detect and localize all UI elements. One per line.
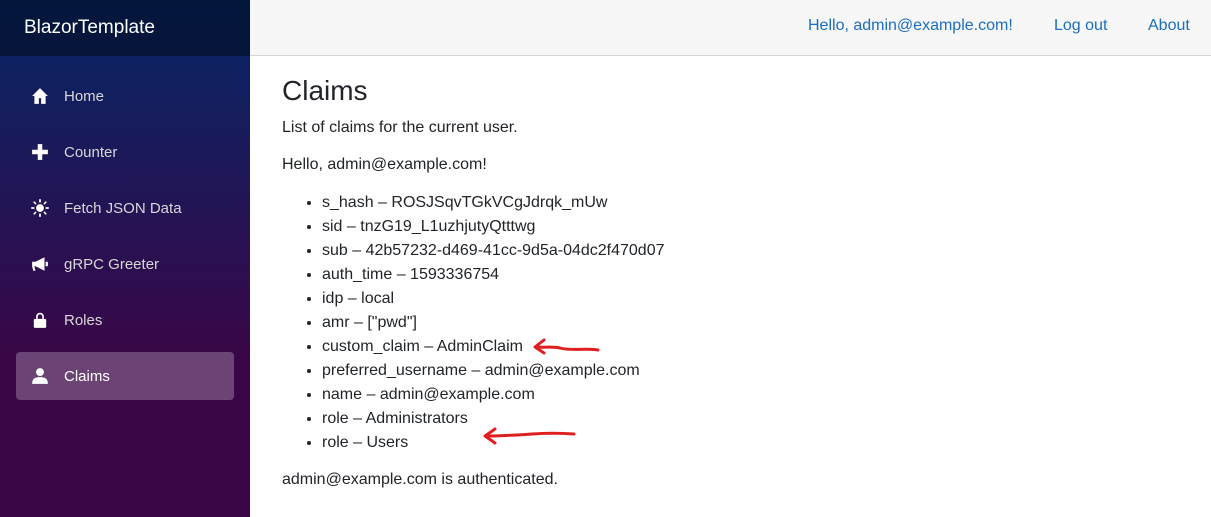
- nav-item-roles[interactable]: Roles: [16, 296, 234, 344]
- claim-item: name – admin@example.com: [322, 383, 1182, 407]
- claim-item: custom_claim – AdminClaim: [322, 335, 1182, 359]
- page-description: List of claims for the current user.: [282, 119, 518, 136]
- person-icon: [30, 366, 50, 386]
- about-link[interactable]: About: [1148, 17, 1190, 35]
- nav-item-label: gRPC Greeter: [64, 255, 160, 273]
- page-title: Claims: [282, 75, 368, 106]
- nav-item-grpc-greeter[interactable]: gRPC Greeter: [16, 240, 234, 288]
- claim-item: role – Administrators: [322, 407, 1182, 431]
- sun-icon: [30, 198, 50, 218]
- nav-item-label: Fetch JSON Data: [64, 199, 182, 217]
- claim-item: role – Users: [322, 431, 1182, 455]
- claims-list: s_hash – ROSJSqvTGkVCgJdrqk_mUw sid – tn…: [282, 191, 1182, 455]
- authenticated-status: admin@example.com is authenticated.: [282, 471, 558, 488]
- claim-item: auth_time – 1593336754: [322, 263, 1182, 287]
- sidebar: BlazorTemplate Home Counter Fetch JSON D…: [0, 0, 250, 517]
- nav-item-label: Roles: [64, 311, 103, 329]
- brand-title[interactable]: BlazorTemplate: [0, 0, 250, 56]
- claim-item: preferred_username – admin@example.com: [322, 359, 1182, 383]
- annotation-arrow-icon: [533, 338, 600, 355]
- nav-item-fetch-json-data[interactable]: Fetch JSON Data: [16, 184, 234, 232]
- claim-item: sub – 42b57232-d469-41cc-9d5a-04dc2f470d…: [322, 239, 1182, 263]
- nav-item-label: Home: [64, 87, 105, 105]
- bullhorn-icon: [30, 254, 50, 274]
- top-row: Hello, admin@example.com! Log out About: [250, 0, 1211, 56]
- nav-item-claims[interactable]: Claims: [16, 352, 234, 400]
- nav-item-counter[interactable]: Counter: [16, 128, 234, 176]
- nav-item-label: Counter: [64, 143, 118, 161]
- claim-item: amr – ["pwd"]: [322, 311, 1182, 335]
- lock-icon: [30, 310, 50, 330]
- user-greeting-link[interactable]: Hello, admin@example.com!: [808, 17, 1013, 35]
- nav-item-label: Claims: [64, 367, 110, 385]
- logout-link[interactable]: Log out: [1054, 17, 1107, 35]
- main-content: Claims List of claims for the current us…: [282, 56, 1182, 489]
- plus-icon: [30, 142, 50, 162]
- home-icon: [30, 86, 50, 106]
- hello-message: Hello, admin@example.com!: [282, 156, 487, 173]
- annotation-arrow-icon: [483, 427, 576, 445]
- claim-item: sid – tnzG19_L1uzhjutyQtttwg: [322, 215, 1182, 239]
- claim-item: idp – local: [322, 287, 1182, 311]
- nav-item-home[interactable]: Home: [16, 72, 234, 120]
- claim-item: s_hash – ROSJSqvTGkVCgJdrqk_mUw: [322, 191, 1182, 215]
